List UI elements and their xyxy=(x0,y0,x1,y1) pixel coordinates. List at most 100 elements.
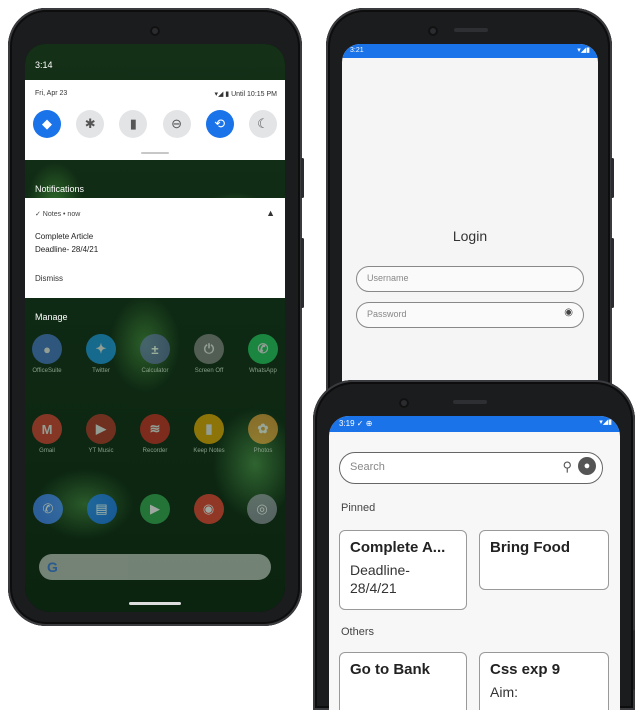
whatsapp-icon: ✆ xyxy=(248,334,278,364)
username-placeholder: Username xyxy=(367,273,409,283)
notification-card[interactable]: ✓ Notes • now ▲ Complete Article Deadlin… xyxy=(25,198,285,298)
screen: 3:14 Fri, Apr 23 ▾◢ ▮ Until 10:15 PM ◆ ✱ ▮… xyxy=(25,44,285,612)
google-search-bar[interactable]: G xyxy=(39,554,271,580)
note-card[interactable]: Go to Bank xyxy=(339,652,467,710)
calculator-icon: ± xyxy=(140,334,170,364)
notification-app: ✓ Notes • now xyxy=(35,211,81,218)
front-camera xyxy=(399,398,409,408)
drag-handle[interactable] xyxy=(141,152,169,154)
search-placeholder: Search xyxy=(350,461,385,473)
account-icon[interactable]: ● xyxy=(578,457,596,475)
password-field[interactable]: Password ◉ xyxy=(356,302,584,328)
twitter-icon: ✦ xyxy=(86,334,116,364)
note-body: Aim: xyxy=(490,684,518,700)
note-body: Deadline- 28/4/21 xyxy=(350,562,410,596)
phone-notifications: 3:14 Fri, Apr 23 ▾◢ ▮ Until 10:15 PM ◆ ✱ ▮… xyxy=(8,8,304,626)
app-label: YT Music xyxy=(88,448,114,454)
status-time: 3:14 xyxy=(35,60,53,70)
app-photos[interactable]: ✿ Photos xyxy=(247,414,279,454)
keep-notes-icon: ▮ xyxy=(194,414,224,444)
chevron-up-icon[interactable]: ▲ xyxy=(266,208,275,218)
screen: 3:19 ✓ ⊕ ▾◢▮ Search ⚲ ● Pinned Complete … xyxy=(329,416,620,710)
app-officesuite[interactable]: ● OfficeSuite xyxy=(31,334,63,374)
google-icon: G xyxy=(47,559,58,575)
app-label: Screen Off xyxy=(194,368,224,374)
app-label: Recorder xyxy=(142,448,168,454)
app-label: Twitter xyxy=(92,368,110,374)
quick-settings-panel: Fri, Apr 23 ▾◢ ▮ Until 10:15 PM ◆ ✱ ▮ ⊖ ⟲ ☾ xyxy=(25,80,285,160)
app-screen-off[interactable]: ⏻ Screen Off xyxy=(193,334,225,374)
login-title: Login xyxy=(452,228,488,244)
dock: ✆ ▤ ▶ ◉ ◎ xyxy=(33,494,277,524)
app-label: Photos xyxy=(253,448,273,454)
dark-theme-icon[interactable]: ☾ xyxy=(248,110,277,138)
autorotate-icon[interactable]: ⟲ xyxy=(205,110,234,138)
front-camera xyxy=(150,26,160,36)
volume-button xyxy=(301,238,304,308)
status-time: 3:21 xyxy=(350,47,364,54)
quick-tiles: ◆ ✱ ▮ ⊖ ⟲ ☾ xyxy=(33,110,277,140)
wifi-battery-icon: ▾◢▮ xyxy=(599,419,612,426)
app-calculator[interactable]: ± Calculator xyxy=(139,334,171,374)
visibility-off-icon[interactable]: ◉ xyxy=(564,307,573,318)
phone-icon[interactable]: ✆ xyxy=(33,494,63,524)
power-button xyxy=(611,158,614,198)
app-yt-music[interactable]: ▶ YT Music xyxy=(85,414,117,454)
status-time: 3:19 ✓ ⊕ xyxy=(339,419,373,428)
chrome-icon[interactable]: ◉ xyxy=(193,494,224,524)
note-card[interactable]: Css exp 9 Aim: xyxy=(479,652,609,710)
flashlight-icon[interactable]: ▮ xyxy=(119,110,148,138)
volume-button xyxy=(611,238,614,308)
gmail-icon: M xyxy=(32,414,62,444)
screen-off-icon: ⏻ xyxy=(194,334,224,364)
app-keep-notes[interactable]: ▮ Keep Notes xyxy=(193,414,225,454)
earpiece xyxy=(454,28,488,32)
dnd-icon[interactable]: ⊖ xyxy=(162,110,191,138)
others-label: Others xyxy=(341,626,375,638)
password-placeholder: Password xyxy=(367,309,407,319)
phone-notes: 3:19 ✓ ⊕ ▾◢▮ Search ⚲ ● Pinned Complete … xyxy=(313,380,635,710)
notification-body: Deadline- 28/4/21 xyxy=(35,245,99,254)
note-title: Bring Food xyxy=(490,539,570,556)
earpiece xyxy=(453,400,487,404)
app-row: ● OfficeSuite ✦ Twitter ± Calculator ⏻ Screen O… xyxy=(31,334,279,374)
screen: 3:21 ▾◢▮ Login Username Password ◉ xyxy=(342,44,598,420)
app-label: Calculator xyxy=(141,368,169,374)
app-twitter[interactable]: ✦ Twitter xyxy=(85,334,117,374)
notifications-label: Notifications xyxy=(35,184,85,194)
wifi-signal-icon: ▾◢ ▮ xyxy=(214,91,232,98)
search-icon[interactable]: ⚲ xyxy=(562,459,572,475)
bluetooth-icon[interactable]: ✱ xyxy=(76,110,105,138)
camera-icon[interactable]: ◎ xyxy=(247,494,277,524)
app-whatsapp[interactable]: ✆ WhatsApp xyxy=(247,334,279,374)
notification-title: Complete Article xyxy=(35,232,94,241)
app-gmail[interactable]: M Gmail xyxy=(31,414,63,454)
status-bar: 3:21 ▾◢▮ xyxy=(342,44,598,58)
app-label: Keep Notes xyxy=(193,448,225,454)
wifi-icon[interactable]: ◆ xyxy=(33,110,61,138)
note-title: Css exp 9 xyxy=(490,661,561,678)
front-camera xyxy=(428,26,438,36)
pinned-label: Pinned xyxy=(341,502,376,514)
messages-icon[interactable]: ▤ xyxy=(86,494,117,524)
dismiss-button[interactable]: Dismiss xyxy=(35,274,63,283)
gesture-nav-bar[interactable] xyxy=(129,602,181,605)
phone-login: 3:21 ▾◢▮ Login Username Password ◉ xyxy=(326,8,614,420)
app-label: WhatsApp xyxy=(249,368,277,374)
photos-icon: ✿ xyxy=(248,414,278,444)
search-bar[interactable]: Search ⚲ ● xyxy=(339,452,603,484)
username-field[interactable]: Username xyxy=(356,266,584,292)
power-button xyxy=(301,158,304,198)
wifi-battery-icon: ▾◢▮ xyxy=(577,47,590,54)
note-card[interactable]: Bring Food xyxy=(479,530,609,590)
app-row: M Gmail ▶ YT Music ≋ Recorder ▮ Keep Notes ✿ Phot… xyxy=(31,414,279,454)
officesuite-icon: ● xyxy=(32,334,62,364)
note-title: Go to Bank xyxy=(350,661,431,678)
app-label: Gmail xyxy=(39,448,55,454)
play-store-icon[interactable]: ▶ xyxy=(140,494,170,524)
app-label: OfficeSuite xyxy=(32,368,62,374)
note-title: Complete A... xyxy=(350,539,446,556)
manage-label[interactable]: Manage xyxy=(35,312,68,322)
app-recorder[interactable]: ≋ Recorder xyxy=(139,414,171,454)
note-card[interactable]: Complete A... Deadline- 28/4/21 xyxy=(339,530,467,610)
